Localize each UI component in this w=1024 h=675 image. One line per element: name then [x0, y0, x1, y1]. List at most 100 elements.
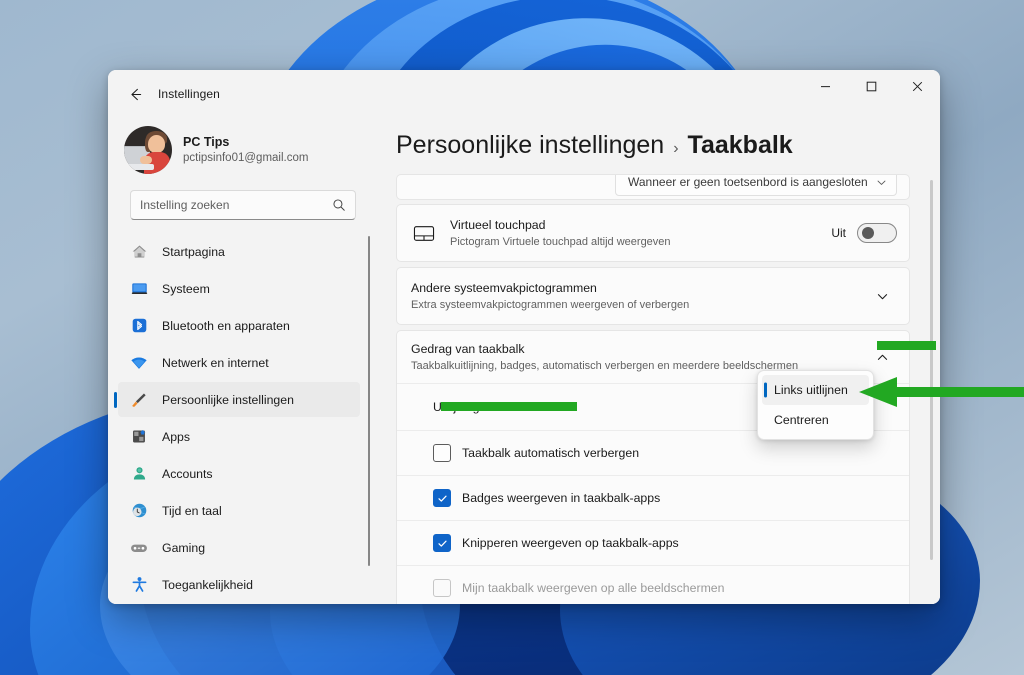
- row-title: Andere systeemvakpictogrammen: [411, 280, 867, 296]
- all-displays-checkbox: [433, 579, 451, 597]
- highlight-bar-behaviour-chevron: [877, 341, 936, 350]
- all-displays-label: Mijn taakbalk weergeven op alle beeldsch…: [462, 581, 725, 595]
- sidebar-item-gaming[interactable]: Gaming: [118, 530, 360, 565]
- breadcrumb-parent[interactable]: Persoonlijke instellingen: [396, 131, 664, 160]
- sidebar-item-label: Persoonlijke instellingen: [162, 393, 294, 407]
- flyout-item-centreren[interactable]: Centreren: [762, 405, 869, 435]
- sidebar-item-tijd-en-taal[interactable]: Tijd en taal: [118, 493, 360, 528]
- search-box[interactable]: [130, 190, 356, 220]
- virtual-touchpad-toggle[interactable]: [857, 223, 897, 243]
- sidebar-scrollbar[interactable]: [368, 236, 370, 566]
- chevron-down-icon: [876, 177, 887, 188]
- sidebar-item-label: Bluetooth en apparaten: [162, 319, 290, 333]
- sidebar-item-label: Netwerk en internet: [162, 356, 269, 370]
- settings-window: Instellingen: [108, 70, 940, 604]
- flyout-item-label: Links uitlijnen: [774, 383, 848, 397]
- row-subtitle: Extra systeemvakpictogrammen weergeven o…: [411, 298, 867, 313]
- minimize-icon: [820, 81, 831, 92]
- account-block[interactable]: PC Tips pctipsinfo01@gmail.com: [108, 118, 374, 180]
- sidebar-item-apps[interactable]: Apps: [118, 419, 360, 454]
- toggle-knob: [862, 227, 874, 239]
- other-tray-icons-text: Andere systeemvakpictogrammen Extra syst…: [411, 280, 867, 313]
- checkmark-icon: [437, 493, 448, 504]
- sidebar-item-label: Apps: [162, 430, 190, 444]
- sidebar-item-label: Gaming: [162, 541, 205, 555]
- sidebar-item-toegankelijkheid[interactable]: Toegankelijkheid: [118, 567, 360, 602]
- account-text: PC Tips pctipsinfo01@gmail.com: [183, 135, 308, 166]
- auto-hide-label: Taakbalk automatisch verbergen: [462, 446, 639, 460]
- window-titlebar: Instellingen: [108, 70, 940, 118]
- badges-checkbox[interactable]: [433, 489, 451, 507]
- wifi-icon: [130, 354, 148, 372]
- checkmark-icon: [437, 538, 448, 549]
- sidebar-item-accounts[interactable]: Accounts: [118, 456, 360, 491]
- content-scrollbar[interactable]: [930, 180, 933, 560]
- sidebar-nav: Startpagina Systeem Bluetooth en apparat…: [108, 234, 374, 604]
- other-tray-icons-card: Andere systeemvakpictogrammen Extra syst…: [396, 267, 910, 325]
- account-name: PC Tips: [183, 135, 308, 151]
- account-email: pctipsinfo01@gmail.com: [183, 151, 308, 165]
- highlight-bar-alignment: [441, 402, 577, 411]
- back-button[interactable]: [118, 79, 152, 109]
- taskbar-behaviour-text: Gedrag van taakbalk Taakbalkuitlijning, …: [411, 341, 867, 374]
- badges-label: Badges weergeven in taakbalk-apps: [462, 491, 660, 505]
- auto-hide-checkbox[interactable]: [433, 444, 451, 462]
- flyout-item-label: Centreren: [774, 413, 829, 427]
- maximize-icon: [866, 81, 877, 92]
- sidebar-item-startpagina[interactable]: Startpagina: [118, 234, 360, 269]
- toggle-state-label: Uit: [831, 226, 846, 240]
- main-content: Persoonlijke instellingen › Taakbalk Wan…: [374, 118, 940, 604]
- virtual-touchpad-row[interactable]: Virtueel touchpad Pictogram Virtuele tou…: [397, 205, 909, 261]
- sidebar-item-netwerk[interactable]: Netwerk en internet: [118, 345, 360, 380]
- flashing-row[interactable]: Knipperen weergeven op taakbalk-apps: [397, 520, 909, 565]
- chevron-down-icon[interactable]: [867, 281, 897, 311]
- sidebar-item-systeem[interactable]: Systeem: [118, 271, 360, 306]
- touchpad-icon: [411, 220, 437, 246]
- virtual-touchpad-text: Virtueel touchpad Pictogram Virtuele tou…: [450, 217, 831, 250]
- clock-globe-icon: [130, 502, 148, 520]
- sidebar-item-persoonlijke-instellingen[interactable]: Persoonlijke instellingen: [118, 382, 360, 417]
- row-subtitle: Pictogram Virtuele touchpad altijd weerg…: [450, 235, 831, 250]
- keyboard-condition-select[interactable]: Wanneer er geen toetsenbord is aangeslot…: [615, 174, 897, 196]
- display-icon: [130, 280, 148, 298]
- flashing-label: Knipperen weergeven op taakbalk-apps: [462, 536, 679, 550]
- close-icon: [912, 81, 923, 92]
- taskbar-alignment-flyout: Links uitlijnen Centreren: [757, 370, 874, 440]
- search-input[interactable]: [140, 198, 332, 212]
- bluetooth-icon: [130, 317, 148, 335]
- avatar: [124, 126, 172, 174]
- sidebar: PC Tips pctipsinfo01@gmail.com: [108, 118, 374, 604]
- maximize-button[interactable]: [848, 70, 894, 102]
- accessibility-icon: [130, 576, 148, 594]
- paintbrush-icon: [130, 391, 148, 409]
- other-tray-icons-row[interactable]: Andere systeemvakpictogrammen Extra syst…: [397, 268, 909, 324]
- sidebar-item-label: Systeem: [162, 282, 210, 296]
- account-icon: [130, 465, 148, 483]
- keyboard-condition-value: Wanneer er geen toetsenbord is aangeslot…: [628, 175, 868, 189]
- window-controls: [802, 70, 940, 118]
- virtual-touchpad-card: Virtueel touchpad Pictogram Virtuele tou…: [396, 204, 910, 262]
- close-button[interactable]: [894, 70, 940, 102]
- all-displays-row: Mijn taakbalk weergeven op alle beeldsch…: [397, 565, 909, 604]
- sidebar-item-label: Toegankelijkheid: [162, 578, 253, 592]
- badges-row[interactable]: Badges weergeven in taakbalk-apps: [397, 475, 909, 520]
- virtual-touchpad-control: Uit: [831, 223, 897, 243]
- desktop-background: Instellingen: [0, 0, 1024, 675]
- home-icon: [130, 243, 148, 261]
- row-title: Gedrag van taakbalk: [411, 341, 867, 357]
- app-title: Instellingen: [158, 87, 220, 101]
- partial-card-top: Wanneer er geen toetsenbord is aangeslot…: [396, 174, 910, 200]
- breadcrumb: Persoonlijke instellingen › Taakbalk: [396, 118, 940, 171]
- gamepad-icon: [130, 539, 148, 557]
- flyout-item-links-uitlijnen[interactable]: Links uitlijnen: [762, 375, 869, 405]
- sidebar-item-bluetooth[interactable]: Bluetooth en apparaten: [118, 308, 360, 343]
- search-icon[interactable]: [332, 198, 346, 212]
- row-title: Virtueel touchpad: [450, 217, 831, 233]
- page-title: Taakbalk: [688, 131, 793, 160]
- sidebar-item-label: Tijd en taal: [162, 504, 222, 518]
- search-wrapper: [108, 180, 374, 220]
- window-body: PC Tips pctipsinfo01@gmail.com: [108, 118, 940, 604]
- flashing-checkbox[interactable]: [433, 534, 451, 552]
- minimize-button[interactable]: [802, 70, 848, 102]
- back-arrow-icon: [128, 87, 143, 102]
